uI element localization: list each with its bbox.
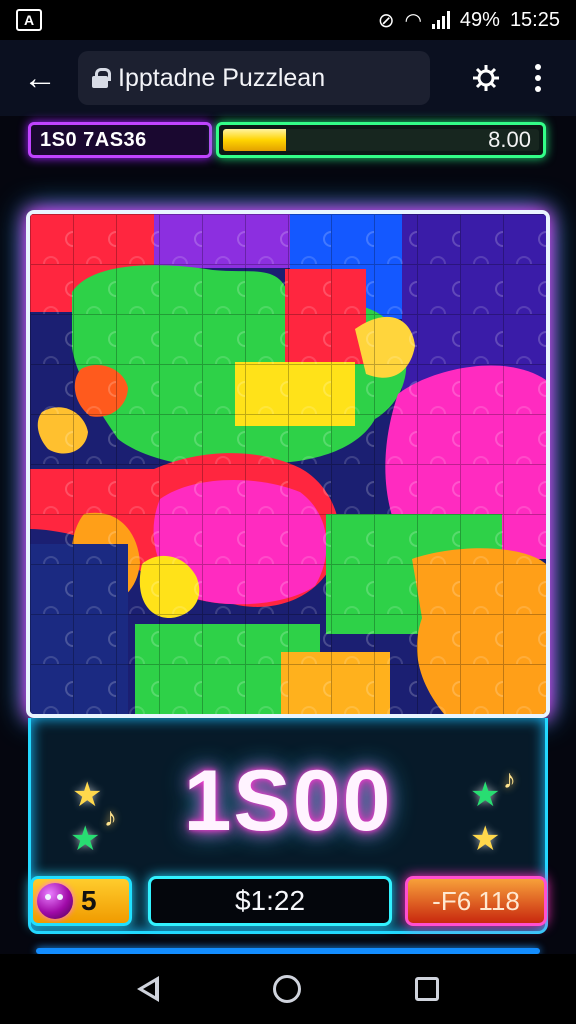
star-icon: ★: [72, 776, 103, 814]
status-time: 15:25: [509, 8, 560, 31]
progress-track: 8.00: [223, 129, 539, 151]
top-score-box: 1S0 7AS36: [28, 122, 212, 158]
star-icon: ★: [470, 776, 501, 814]
progress-value: 8.00: [488, 129, 531, 151]
puzzle-grid-overlay: [30, 214, 546, 714]
status-bar: A ⊘ ◠ 49% 15:25: [0, 0, 576, 40]
extension-icon[interactable]: [466, 58, 506, 98]
lives-counter[interactable]: 5: [30, 876, 132, 926]
music-note-icon: ♪: [104, 802, 117, 832]
bonus-button[interactable]: -F6 118: [405, 876, 547, 926]
more-menu-icon[interactable]: [528, 64, 548, 92]
notification-muted-icon: ⊘: [377, 9, 395, 32]
battery-percent: 49%: [459, 8, 500, 31]
progress-box: 8.00: [216, 122, 546, 158]
star-icon: ★: [470, 820, 501, 858]
signal-icon: [431, 11, 450, 29]
wifi-icon: ◠: [404, 9, 422, 32]
back-arrow-icon[interactable]: ←: [16, 54, 64, 102]
star-icon: ★: [70, 820, 101, 858]
lock-icon: [92, 68, 111, 88]
lives-value: 5: [81, 885, 97, 916]
status-app-badge: A: [16, 9, 42, 31]
url-text: Ipptadne Puzzlean: [118, 63, 326, 92]
status-icons: ⊘ ◠ 49% 15:25: [378, 8, 560, 33]
progress-fill: [223, 129, 287, 151]
puzzle-board[interactable]: [26, 210, 550, 718]
system-navigation-bar: [0, 954, 576, 1024]
address-bar[interactable]: Ipptadne Puzzlean: [78, 51, 430, 105]
nav-back-icon[interactable]: [137, 976, 159, 1002]
browser-toolbar: ← Ipptadne Puzzlean: [0, 40, 576, 116]
nav-recent-icon[interactable]: [415, 977, 439, 1001]
nav-home-icon[interactable]: [273, 975, 301, 1003]
bomb-icon: [37, 883, 73, 919]
music-note-icon: ♪: [503, 764, 516, 794]
money-display[interactable]: $1:22: [148, 876, 392, 926]
puzzle-canvas[interactable]: [30, 214, 546, 714]
